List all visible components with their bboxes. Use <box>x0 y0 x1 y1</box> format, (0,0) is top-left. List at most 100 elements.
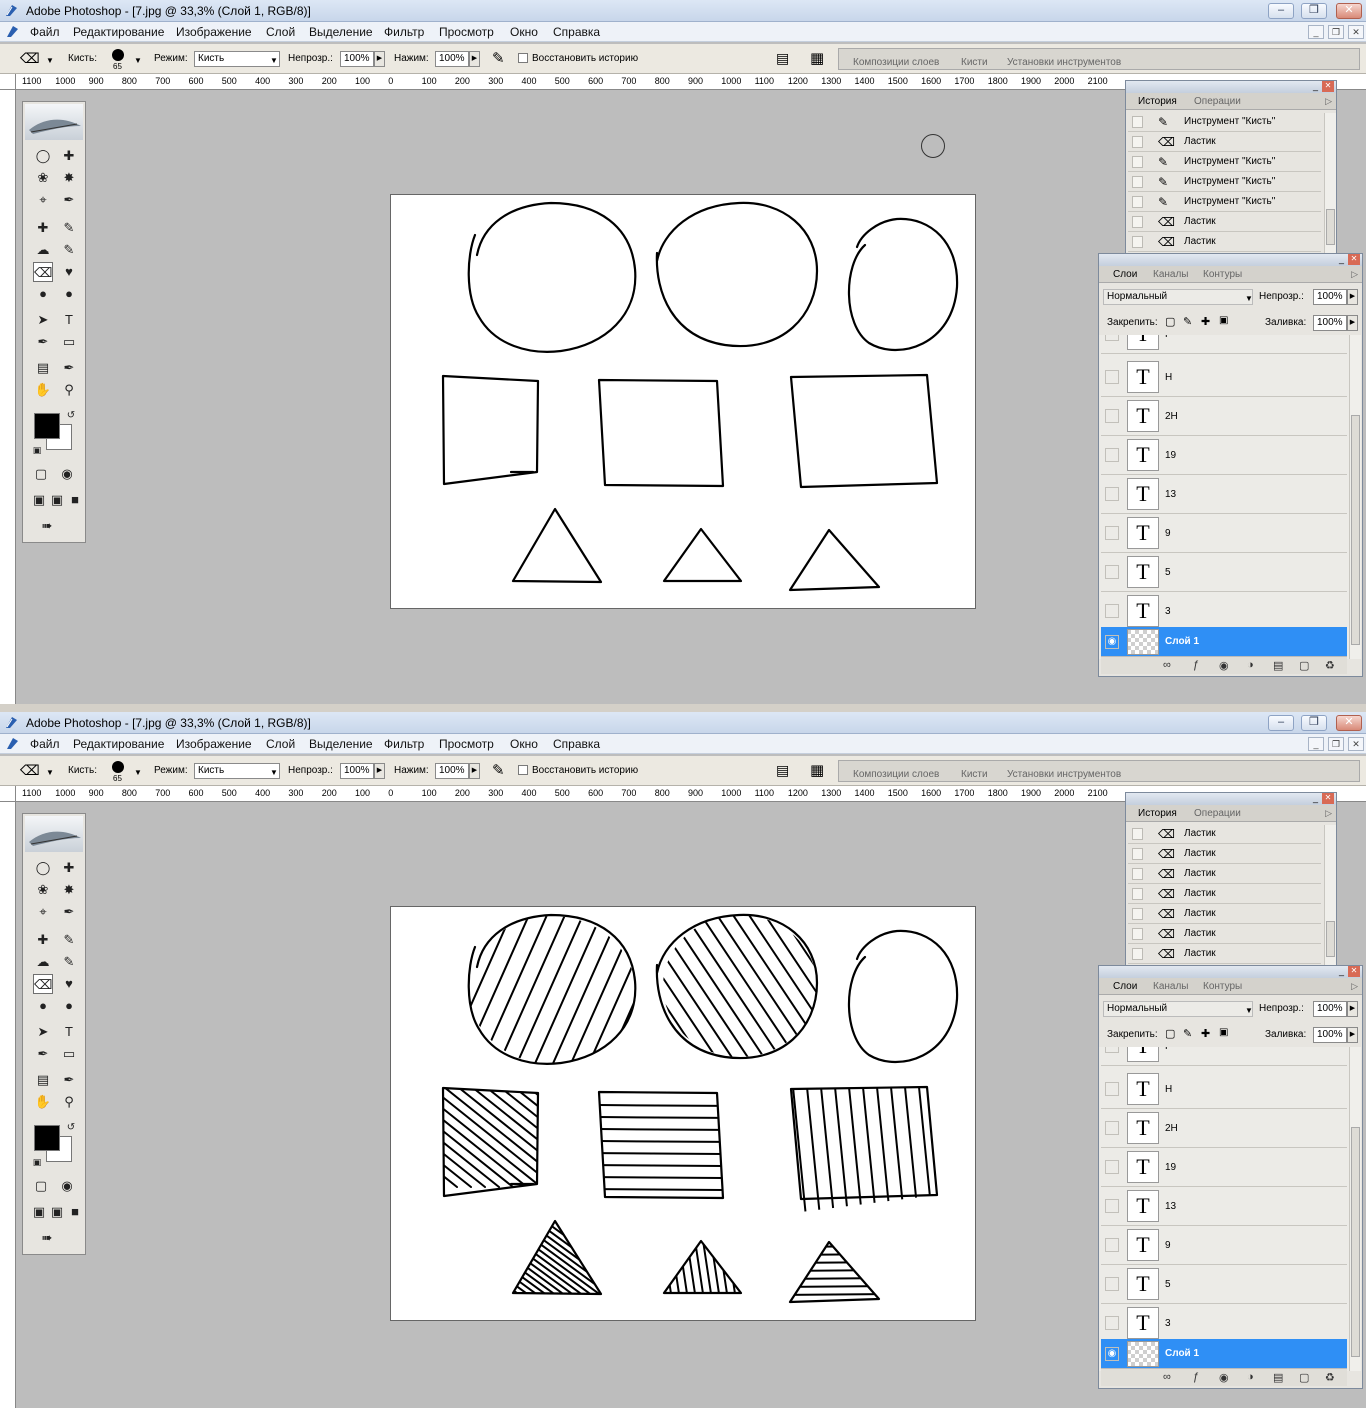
visibility-toggle[interactable] <box>1105 1082 1119 1096</box>
history-state[interactable]: ⌫ Ластик <box>1128 824 1321 844</box>
layer-row[interactable]: T 19 <box>1101 1148 1347 1187</box>
rectangle-icon[interactable]: ▭ <box>59 1044 79 1064</box>
fill-field[interactable]: 100% <box>1313 1027 1347 1043</box>
file-browser-icon[interactable]: ▤ <box>776 50 789 67</box>
layer-opacity-slider-button[interactable]: ▶ <box>1347 1001 1358 1017</box>
airbrush-icon[interactable]: ✎ <box>492 761 505 779</box>
delete-layer-icon[interactable]: ♻ <box>1325 659 1335 672</box>
new-layer-icon[interactable]: ▢ <box>1299 1371 1309 1384</box>
restore-history-checkbox[interactable] <box>518 53 528 63</box>
history-state[interactable]: ✎ Инструмент "Кисть" <box>1128 192 1321 212</box>
chevron-down-icon[interactable]: ▼ <box>134 56 142 65</box>
history-snapshot-checkbox[interactable] <box>1132 948 1143 960</box>
flow-slider-button[interactable]: ▶ <box>469 51 480 67</box>
history-state[interactable]: ⌫ Ластик <box>1128 844 1321 864</box>
scrollbar-thumb[interactable] <box>1351 415 1360 645</box>
zoom-icon[interactable]: ⚲ <box>59 380 79 400</box>
chevron-down-icon[interactable]: ▼ <box>46 56 54 65</box>
tab-layers-1[interactable]: Каналы <box>1153 269 1189 280</box>
new-layer-icon[interactable]: ▢ <box>1299 659 1309 672</box>
notes-icon[interactable]: ▤ <box>33 358 53 378</box>
history-state[interactable]: ⌫ Ластик <box>1128 944 1321 964</box>
tab-layers-0[interactable]: Слои <box>1113 269 1137 280</box>
palette-toggle-icon[interactable]: ▦ <box>810 761 824 779</box>
close-button[interactable]: ✕ <box>1336 715 1362 731</box>
chevron-down-icon[interactable]: ▼ <box>134 768 142 777</box>
menu-item[interactable]: Выделение <box>309 737 373 751</box>
flow-field[interactable]: 100% <box>435 763 469 779</box>
eye-icon[interactable]: ◉ <box>1105 635 1119 649</box>
quick-mask-icon[interactable]: ◉ <box>57 1176 77 1196</box>
notes-icon[interactable]: ▤ <box>33 1070 53 1090</box>
history-snapshot-checkbox[interactable] <box>1132 116 1143 128</box>
add-mask-icon[interactable]: ◉ <box>1219 659 1229 672</box>
palette-well-tab[interactable]: Композиции слоев <box>853 769 939 780</box>
ruler-corner[interactable] <box>0 786 16 802</box>
hand-icon[interactable]: ✋ <box>33 380 53 400</box>
history-snapshot-checkbox[interactable] <box>1132 176 1143 188</box>
ruler-corner[interactable] <box>0 74 16 90</box>
quick-mask-icon[interactable]: ◉ <box>57 464 77 484</box>
screen-mode-menu-icon[interactable]: ▣ <box>47 490 67 510</box>
history-state[interactable]: ⌫ Ластик <box>1128 904 1321 924</box>
vertical-ruler[interactable] <box>0 802 16 1408</box>
brush-preview-icon[interactable] <box>112 49 124 61</box>
palette-well-tab[interactable]: Установки инструментов <box>1007 769 1121 780</box>
clone-stamp-icon[interactable]: ☁ <box>33 240 53 260</box>
opacity-field[interactable]: 100% <box>340 763 374 779</box>
tab-actions[interactable]: Операции <box>1194 808 1241 819</box>
history-state[interactable]: ✎ Инструмент "Кисть" <box>1128 152 1321 172</box>
eraser-tool-preset-icon[interactable]: ⌫ <box>20 762 40 779</box>
clone-stamp-icon[interactable]: ☁ <box>33 952 53 972</box>
history-snapshot-checkbox[interactable] <box>1132 216 1143 228</box>
menu-item[interactable]: Слой <box>266 737 295 751</box>
layer-row[interactable]: T 13 <box>1101 1187 1347 1226</box>
chevron-down-icon[interactable]: ▼ <box>270 56 278 65</box>
palette-well-tab[interactable]: Кисти <box>961 57 988 68</box>
restore-history-checkbox[interactable] <box>518 765 528 775</box>
menu-item[interactable]: Справка <box>553 25 600 39</box>
layer-row[interactable]: T5 <box>1101 553 1347 592</box>
doc-restore-button[interactable]: ❐ <box>1328 737 1344 751</box>
marquee-icon[interactable]: ◯ <box>33 146 53 166</box>
layer-row[interactable]: TF <box>1101 335 1347 354</box>
doc-close-button[interactable]: ✕ <box>1348 25 1364 39</box>
history-brush-icon[interactable]: ✎ <box>59 952 79 972</box>
crop-icon[interactable]: ⌖ <box>33 190 53 210</box>
link-layers-icon[interactable]: ∞ <box>1163 1371 1171 1383</box>
eraser-tool-preset-icon[interactable]: ⌫ <box>20 50 40 67</box>
lock-position-icon[interactable]: ✚ <box>1201 1027 1210 1040</box>
layer-row[interactable]: TF <box>1101 1047 1347 1066</box>
visibility-toggle[interactable] <box>1105 526 1119 540</box>
new-group-icon[interactable]: ▤ <box>1273 1371 1283 1384</box>
visibility-toggle[interactable] <box>1105 604 1119 618</box>
paint-bucket-icon[interactable]: ♥ <box>59 974 79 994</box>
move-icon[interactable]: ✚ <box>59 858 79 878</box>
slice-icon[interactable]: ✒ <box>59 902 79 922</box>
paint-bucket-icon[interactable]: ♥ <box>59 262 79 282</box>
visibility-toggle[interactable] <box>1105 565 1119 579</box>
layer-row[interactable]: T3 <box>1101 592 1347 631</box>
menu-item[interactable]: Просмотр <box>439 25 494 39</box>
chevron-down-icon[interactable]: ▼ <box>1245 1006 1253 1015</box>
layers-scrollbar[interactable] <box>1349 335 1361 659</box>
lock-pixels-icon[interactable]: ✎ <box>1183 1027 1192 1040</box>
link-layers-icon[interactable]: ∞ <box>1163 659 1171 671</box>
scrollbar-thumb[interactable] <box>1326 921 1335 957</box>
add-mask-icon[interactable]: ◉ <box>1219 1371 1229 1384</box>
palette-well-tab[interactable]: Установки инструментов <box>1007 57 1121 68</box>
palette-well-tab[interactable]: Композиции слоев <box>853 57 939 68</box>
layer-row[interactable]: T 13 <box>1101 475 1347 514</box>
layer-row[interactable]: ◉ Слой 1 <box>1101 1339 1347 1369</box>
lasso-icon[interactable]: ❀ <box>33 880 53 900</box>
jump-to-imageready-icon[interactable]: ➠ <box>37 516 57 536</box>
screen-mode-standard-icon[interactable]: ▣ <box>29 490 49 510</box>
crop-icon[interactable]: ⌖ <box>33 902 53 922</box>
history-snapshot-checkbox[interactable] <box>1132 888 1143 900</box>
history-state[interactable]: ✎ Инструмент "Кисть" <box>1128 172 1321 192</box>
history-state[interactable]: ⌫ Ластик <box>1128 884 1321 904</box>
swap-colors-icon[interactable]: ↺ <box>61 1118 81 1138</box>
history-snapshot-checkbox[interactable] <box>1132 908 1143 920</box>
lasso-icon[interactable]: ❀ <box>33 168 53 188</box>
tab-layers-0[interactable]: Слои <box>1113 981 1137 992</box>
